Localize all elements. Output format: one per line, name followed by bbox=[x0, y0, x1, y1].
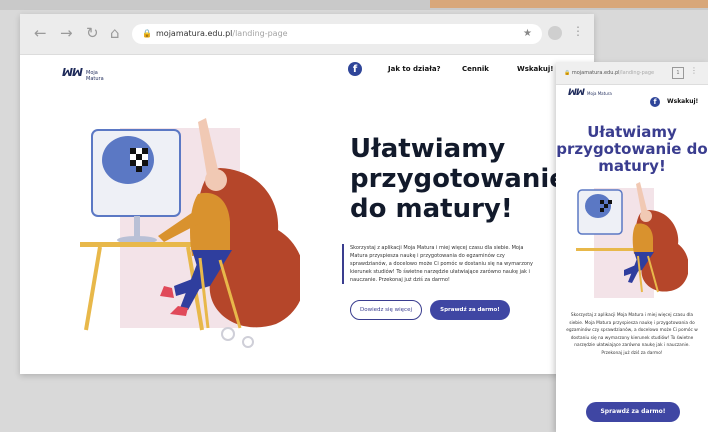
learn-more-button[interactable]: Dowiedz się więcej bbox=[350, 300, 422, 320]
mobile-hero-description: Skorzystaj z aplikacji Moja Matura i mie… bbox=[566, 313, 698, 356]
mobile-try-free-button[interactable]: Sprawdź za darmo! bbox=[586, 402, 680, 422]
url-text: mojamatura.edu.pl/landing-page bbox=[156, 24, 288, 44]
browser-menu-icon[interactable]: ⋮ bbox=[572, 24, 584, 38]
mobile-hero-illustration bbox=[576, 182, 688, 298]
lock-icon: 🔒 bbox=[142, 29, 152, 38]
desk-shape bbox=[80, 242, 208, 247]
mobile-hero-title: Ułatwiamy przygotowanie do matury! bbox=[556, 123, 708, 175]
back-arrow-icon[interactable]: ← bbox=[34, 24, 47, 42]
url-path: /landing-page bbox=[232, 29, 288, 38]
mobile-logo-mark-icon: ꟽꟽ bbox=[568, 88, 585, 98]
logo-text: Moja Matura bbox=[86, 70, 104, 82]
nav-contact[interactable]: Wskakuj! bbox=[517, 65, 554, 73]
hero-illustration bbox=[80, 118, 300, 348]
nav-pricing[interactable]: Cennik bbox=[462, 65, 489, 73]
forward-arrow-icon[interactable]: → bbox=[60, 24, 73, 42]
mobile-menu-icon[interactable]: ⋮ bbox=[690, 66, 698, 75]
hero-description: Skorzystaj z aplikacji Moja Matura i mie… bbox=[342, 244, 540, 284]
reload-icon[interactable]: ↻ bbox=[86, 24, 99, 42]
hero-title: Ułatwiamy przygotowanie do matury! bbox=[350, 134, 567, 224]
try-free-button[interactable]: Sprawdź za darmo! bbox=[430, 300, 510, 320]
bookmark-star-icon[interactable]: ★ bbox=[523, 24, 532, 44]
url-host: mojamatura.edu.pl bbox=[156, 29, 233, 38]
home-icon[interactable]: ⌂ bbox=[110, 24, 120, 42]
head-shape bbox=[205, 169, 227, 191]
mobile-facebook-icon[interactable]: f bbox=[650, 97, 660, 107]
tabs-count-icon[interactable]: 1 bbox=[672, 67, 684, 79]
mobile-url-path: /landing-page bbox=[619, 70, 655, 76]
mobile-address-bar[interactable]: 🔒 mojamatura.edu.pl/landing-page bbox=[564, 68, 664, 78]
logo-mark-icon: ꟽꟽ bbox=[62, 66, 83, 79]
mobile-browser-mockup: 🔒 mojamatura.edu.pl/landing-page 1 ⋮ ꟽꟽ … bbox=[556, 62, 708, 432]
facebook-icon[interactable]: f bbox=[348, 62, 362, 76]
desktop-browser-mockup: ← → ↻ ⌂ 🔒 mojamatura.edu.pl/landing-page… bbox=[20, 14, 594, 374]
background-accent-strip bbox=[430, 0, 708, 8]
mobile-browser-toolbar: 🔒 mojamatura.edu.pl/landing-page 1 ⋮ bbox=[556, 62, 708, 85]
browser-toolbar: ← → ↻ ⌂ 🔒 mojamatura.edu.pl/landing-page… bbox=[20, 14, 594, 55]
mobile-url-host: mojamatura.edu.pl bbox=[571, 70, 620, 76]
mobile-logo-text: Moja Matura bbox=[587, 91, 612, 96]
mobile-nav-contact[interactable]: Wskakuj! bbox=[667, 98, 698, 105]
address-bar[interactable]: 🔒 mojamatura.edu.pl/landing-page ★ bbox=[132, 24, 542, 44]
profile-avatar-icon[interactable] bbox=[548, 26, 562, 40]
nav-how-it-works[interactable]: Jak to działa? bbox=[388, 65, 441, 73]
